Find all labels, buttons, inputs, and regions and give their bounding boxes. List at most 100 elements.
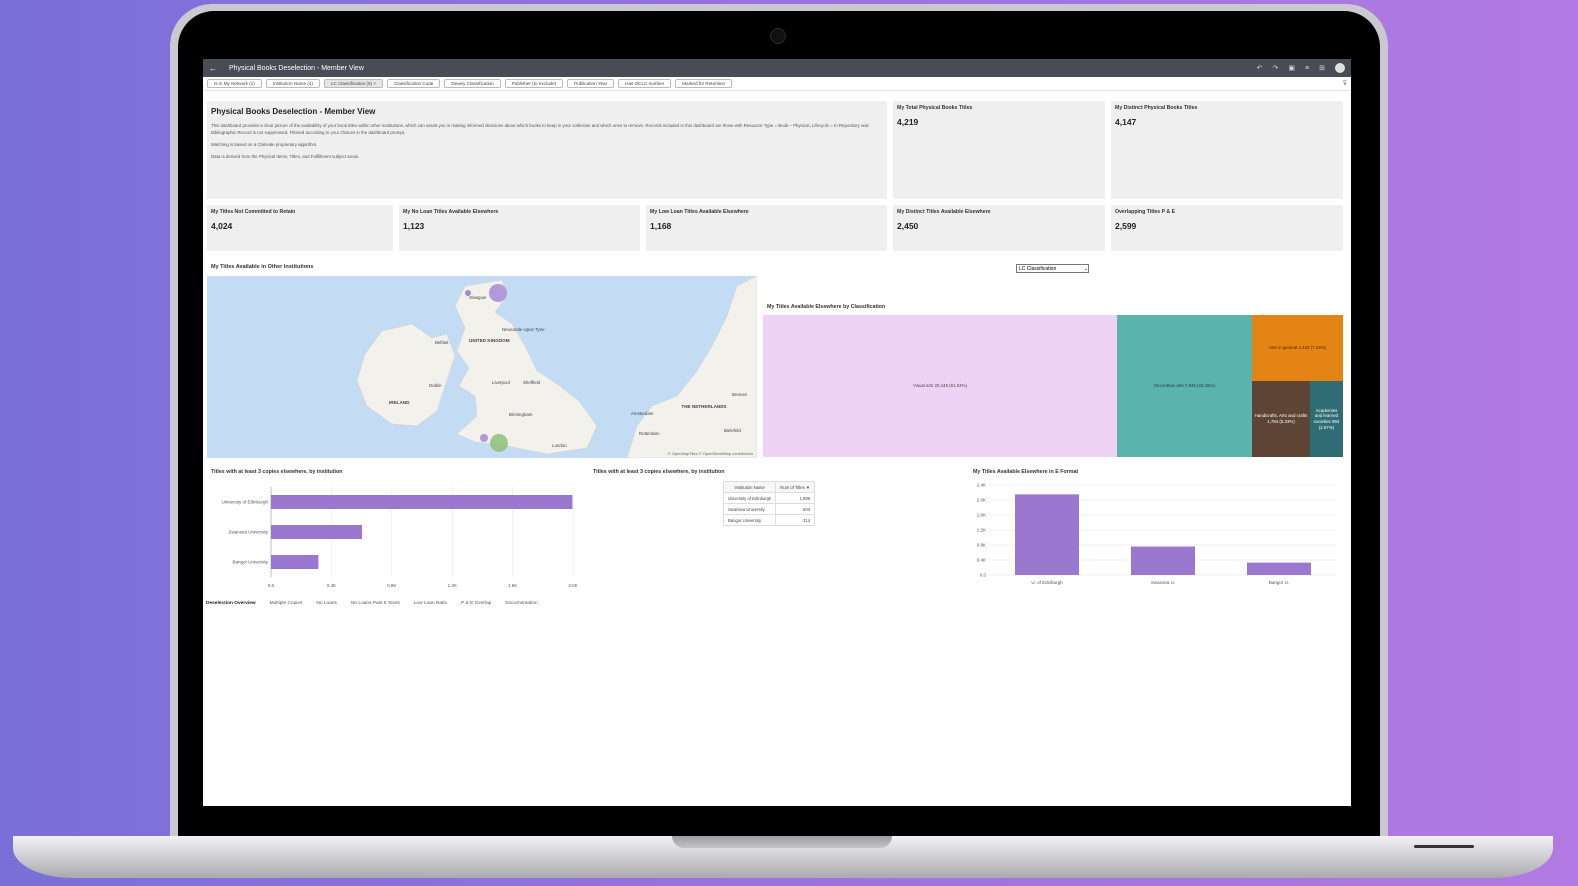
- filter-publication-year[interactable]: Publication Year: [567, 79, 615, 88]
- tab-multiple-copies[interactable]: Multiple Copies: [270, 601, 303, 606]
- tab-documentation[interactable]: Documentation: [505, 601, 537, 606]
- treemap-cell-visual-arts[interactable]: Visual arts 20,445 (61.04%): [763, 315, 1117, 457]
- redo-icon[interactable]: ↷: [1273, 64, 1279, 72]
- laptop-base-line: [1414, 845, 1474, 848]
- intro-panel: Physical Books Deselection - Member View…: [207, 101, 887, 199]
- treemap-label: Arts in general 2,424 (7.24%): [1268, 345, 1327, 351]
- filter-label: LC Classification (5): [330, 81, 373, 86]
- treemap-cell-arts-general[interactable]: Arts in general 2,424 (7.24%): [1252, 315, 1343, 381]
- filter-label: Publisher (to exclude): [511, 81, 557, 86]
- filter-clear-icon[interactable]: ⊽: [1343, 80, 1347, 87]
- y-tick-label: 0.8K: [977, 543, 986, 548]
- map-bubble-bangor[interactable]: [490, 434, 508, 452]
- undo-icon[interactable]: ↶: [1257, 64, 1263, 72]
- map-view[interactable]: UNITED KINGDOM IRELAND THE NETHERLANDS G…: [207, 276, 757, 458]
- kpi-label: Overlapping Titles P & E: [1115, 209, 1176, 215]
- table-cell: 603: [775, 503, 816, 515]
- x-tick-label: 0.8K: [387, 583, 396, 588]
- y-tick-label: 0.0: [980, 573, 987, 578]
- map-label-amsterdam: Amsterdam: [631, 411, 654, 416]
- classification-select[interactable]: LC Classification ⌄: [1016, 264, 1089, 273]
- filter-label: Is in My Network (1): [214, 81, 255, 86]
- kpi-value: 1,168: [650, 221, 672, 231]
- tab-low-loan-ratio[interactable]: Low Loan Ratio: [414, 601, 447, 606]
- x-tick-label: 0.0: [268, 583, 275, 588]
- table-header-institution[interactable]: Institution Name: [722, 481, 777, 493]
- map-bubble-glasgow[interactable]: [489, 284, 507, 302]
- tab-no-loans[interactable]: No Loans: [316, 601, 337, 606]
- bar: [271, 495, 573, 509]
- filter-lc-classification[interactable]: LC Classification (5) ×: [323, 79, 384, 88]
- category-label: University of Edinburgh: [221, 500, 268, 505]
- tab-no-loans-past-5-years[interactable]: No Loans Past 5 Years: [351, 601, 400, 606]
- dashboard-screen: ← Physical Books Deselection - Member Vi…: [203, 59, 1351, 806]
- filter-label: Has OCLC number: [625, 81, 665, 86]
- intro-paragraph: Matching is based on a Clarivate proprie…: [211, 142, 318, 148]
- table-header-num-titles[interactable]: Num of Titles ▼: [775, 481, 816, 493]
- grid-icon[interactable]: ⊞: [1319, 64, 1325, 72]
- treemap-label: Handicrafts. Arts and crafts 1,784 (5.33…: [1254, 413, 1308, 424]
- map-label-uk: UNITED KINGDOM: [469, 338, 510, 343]
- filter-marked-for-retention[interactable]: Marked for Retention: [675, 79, 733, 88]
- table-cell: 1,996: [775, 492, 816, 504]
- map-svg: [356, 276, 757, 458]
- filter-in-my-network[interactable]: Is in My Network (1): [207, 79, 262, 88]
- map-title: My Titles Available in Other Institution…: [211, 264, 314, 270]
- map-label-bielefeld: Bielefeld: [724, 428, 741, 433]
- bar: [1131, 546, 1195, 575]
- x-tick-label: 2.0K: [568, 583, 577, 588]
- category-label: Bangor University: [232, 560, 268, 565]
- kpi-value: 4,024: [211, 221, 233, 231]
- bar: [1247, 562, 1311, 575]
- category-label: U. of Edinburgh: [1031, 580, 1063, 585]
- title-bar: ← Physical Books Deselection - Member Vi…: [203, 59, 1351, 77]
- y-tick-label: 1.6K: [977, 513, 986, 518]
- table-cell: University of Edinburgh: [722, 492, 777, 504]
- laptop-notch: [672, 836, 892, 848]
- intro-paragraph: Data is derived from the Physical Items,…: [211, 154, 360, 160]
- filter-label: Dewey Classification: [451, 81, 494, 86]
- table-cell: Swansea University: [722, 503, 777, 515]
- menu-icon[interactable]: ≡: [1305, 65, 1309, 72]
- category-label: Swansea U.: [1151, 580, 1175, 585]
- toolbar-icons: ↶ ↷ ▣ ≡ ⊞: [1257, 63, 1345, 73]
- arrow-left-icon[interactable]: ←: [209, 64, 217, 73]
- map-bubble-swansea[interactable]: [480, 434, 488, 442]
- bar: [271, 555, 319, 569]
- avatar[interactable]: [1335, 63, 1345, 73]
- kpi-value: 1,123: [403, 221, 425, 231]
- tab-deselection-overview[interactable]: Deselection Overview: [206, 601, 256, 606]
- map-label-liverpool: Liverpool: [492, 380, 510, 385]
- save-icon[interactable]: ▣: [1288, 64, 1295, 72]
- kpi-not-committed: My Titles Not Committed to Retain 4,024: [207, 205, 393, 251]
- treemap-cell-handicrafts[interactable]: Handicrafts. Arts and crafts 1,784 (5.33…: [1252, 381, 1310, 457]
- camera-icon: [770, 28, 786, 44]
- treemap-cell-decorative-arts[interactable]: Decorative arts 7,849 (23.45%): [1117, 315, 1252, 457]
- treemap-cell-academies[interactable]: Academies and learned societies 994 (2.9…: [1310, 381, 1343, 457]
- chevron-down-icon: ⌄: [1083, 265, 1088, 272]
- kpi-label: My Total Physical Books Titles: [897, 105, 973, 111]
- y-tick-label: 1.2K: [977, 528, 986, 533]
- map-label-newcastle: Newcastle Upon Tyne: [502, 327, 545, 332]
- kpi-total-titles: My Total Physical Books Titles 4,219: [893, 101, 1105, 199]
- map-label-rotterdam: Rotterdam: [639, 431, 660, 436]
- bar: [1015, 494, 1079, 575]
- filter-publisher[interactable]: Publisher (to exclude): [504, 79, 564, 88]
- filter-dewey-classification[interactable]: Dewey Classification: [444, 79, 501, 88]
- institution-bar-chart: 0.0 0.4K 0.8K 1.2K 1.6K 2.0K University of Edi…: [221, 487, 578, 588]
- close-icon[interactable]: ×: [373, 81, 376, 86]
- table-cell: Bangor University: [722, 514, 777, 526]
- map-label-bremen: Bremen: [732, 392, 748, 397]
- filter-has-oclc-number[interactable]: Has OCLC number: [618, 79, 672, 88]
- tab-pe-overlap[interactable]: P & E Overlap: [461, 601, 491, 606]
- x-tick-label: 1.2K: [448, 583, 457, 588]
- map-label-glasgow: Glasgow: [469, 295, 487, 300]
- intro-paragraph: This dashboard provides a clear picture …: [211, 123, 869, 136]
- table-title: Titles with at least 3 copies elsewhere,…: [593, 469, 725, 475]
- filter-institution-name[interactable]: Institution Name (4): [265, 79, 320, 88]
- intro-heading: Physical Books Deselection - Member View: [211, 107, 376, 116]
- filter-label: Institution Name (4): [272, 81, 313, 86]
- filter-classification-code[interactable]: Classification Code: [387, 79, 441, 88]
- page-tabs: Deselection Overview Multiple Copies No …: [206, 601, 538, 606]
- map-label-dublin: Dublin: [429, 383, 442, 388]
